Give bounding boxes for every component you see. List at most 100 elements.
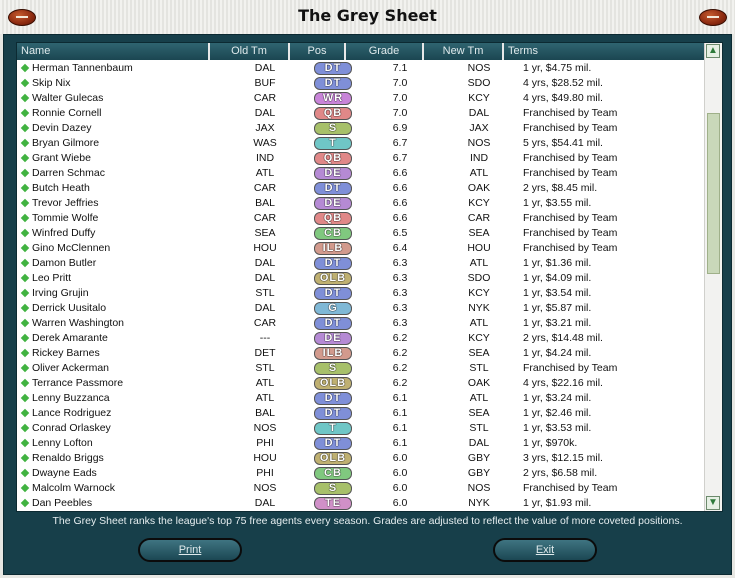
position-badge: T (314, 422, 352, 435)
column-header-grade[interactable]: Grade (346, 43, 424, 60)
old-team-cell: CAR (253, 212, 277, 224)
player-name-cell: Renaldo Briggs (17, 451, 225, 466)
new-team-cell: NYK (468, 497, 490, 509)
print-button[interactable]: Print (138, 538, 242, 562)
table-row[interactable]: Conrad Orlaskey NOS T 6.1 STL 1 yr, $3.53 mil… (17, 421, 704, 436)
table-row[interactable]: Grant Wiebe IND QB 6.7 IND Franchised by Team (17, 151, 704, 166)
position-badge: QB (314, 152, 352, 165)
table-row[interactable]: Devin Dazey JAX S 6.9 JAX Franchised by Team (17, 121, 704, 136)
table-row[interactable]: Renaldo Briggs HOU OLB 6.0 GBY 3 yrs, $12.15 … (17, 451, 704, 466)
table-row[interactable]: Lenny Buzzanca ATL DT 6.1 ATL 1 yr, $3.24 mil… (17, 391, 704, 406)
player-name: Damon Butler (32, 257, 97, 269)
contract-terms-cell: 1 yr, $1.36 mil. (523, 257, 592, 269)
old-team-cell: DAL (254, 302, 276, 314)
position-cell: OLB (305, 451, 361, 466)
position-cell: QB (305, 106, 361, 121)
table-row[interactable]: Trevor Jeffries BAL DE 6.6 KCY 1 yr, $3.55 mi… (17, 196, 704, 211)
table-row[interactable]: Damon Butler DAL DT 6.3 ATL 1 yr, $1.36 mil. (17, 256, 704, 271)
grade-cell: 6.3 (392, 257, 408, 269)
contract-terms-cell: 5 yrs, $54.41 mil. (523, 137, 603, 149)
column-header-new-team[interactable]: New Tm (424, 43, 504, 60)
table-row[interactable]: Butch Heath CAR DT 6.6 OAK 2 yrs, $8.45 mil. (17, 181, 704, 196)
position-badge: ILB (314, 347, 352, 360)
player-name: Irving Grujin (32, 287, 89, 299)
table-row[interactable]: Lenny Lofton PHI DT 6.1 DAL 1 yr, $970k. (17, 436, 704, 451)
table-row[interactable]: Gino McClennen HOU ILB 6.4 HOU Franchised by … (17, 241, 704, 256)
grade-cell: 6.1 (392, 407, 408, 419)
table-row[interactable]: Derek Amarante --- DE 6.2 KCY 2 yrs, $14.48 m… (17, 331, 704, 346)
old-team-cell: PHI (256, 437, 274, 449)
player-name: Devin Dazey (32, 122, 92, 134)
scrollbar-thumb[interactable] (707, 113, 720, 274)
old-team-cell: CAR (253, 317, 277, 329)
table-row[interactable]: Dan Peebles DAL TE 6.0 NYK 1 yr, $1.93 mil. (17, 496, 704, 511)
vertical-scrollbar[interactable]: ▲ ▼ (704, 43, 722, 511)
table-row[interactable]: Rickey Barnes DET ILB 6.2 SEA 1 yr, $4.24 mil… (17, 346, 704, 361)
table-row[interactable]: Walter Gulecas CAR WR 7.0 KCY 4 yrs, $49.80 m… (17, 91, 704, 106)
status-diamond-icon (20, 423, 30, 433)
column-header-row: Name Old Tm Pos Grade New Tm Terms (17, 43, 704, 60)
grade-cell: 6.6 (392, 182, 408, 194)
table-row[interactable]: Winfred Duffy SEA CB 6.5 SEA Franchised by Te… (17, 226, 704, 241)
table-row[interactable]: Lance Rodriguez BAL DT 6.1 SEA 1 yr, $2.46 mi… (17, 406, 704, 421)
table-row[interactable]: Bryan Gilmore WAS T 6.7 NOS 5 yrs, $54.41 mil… (17, 136, 704, 151)
exit-button[interactable]: Exit (493, 538, 597, 562)
old-team-cell: PHI (256, 467, 274, 479)
player-name-cell: Trevor Jeffries (17, 196, 225, 211)
position-cell: DT (305, 316, 361, 331)
table-row[interactable]: Warren Washington CAR DT 6.3 ATL 1 yr, $3.21 … (17, 316, 704, 331)
new-team-cell: NOS (467, 62, 491, 74)
new-team-cell: ATL (469, 317, 489, 329)
table-row[interactable]: Terrance Passmore ATL OLB 6.2 OAK 4 yrs, $22.… (17, 376, 704, 391)
player-name-cell: Herman Tannenbaum (17, 61, 225, 76)
player-name: Butch Heath (32, 182, 90, 194)
contract-terms-cell: Franchised by Team (523, 242, 618, 254)
player-name-cell: Derek Amarante (17, 331, 225, 346)
position-cell: DT (305, 436, 361, 451)
table-row[interactable]: Derrick Uusitalo DAL G 6.3 NYK 1 yr, $5.87 mi… (17, 301, 704, 316)
player-name-cell: Lenny Lofton (17, 436, 225, 451)
table-row[interactable]: Skip Nix BUF DT 7.0 SDO 4 yrs, $28.52 mil. (17, 76, 704, 91)
status-diamond-icon (20, 483, 30, 493)
table-row[interactable]: Dwayne Eads PHI CB 6.0 GBY 2 yrs, $6.58 mil. (17, 466, 704, 481)
contract-terms-cell: 4 yrs, $49.80 mil. (523, 92, 603, 104)
player-name-cell: Conrad Orlaskey (17, 421, 225, 436)
grade-cell: 6.3 (392, 302, 408, 314)
new-team-cell: KCY (468, 332, 490, 344)
table-row[interactable]: Tommie Wolfe CAR QB 6.6 CAR Franchised by Tea… (17, 211, 704, 226)
status-diamond-icon (20, 153, 30, 163)
new-team-cell: ATL (469, 392, 489, 404)
player-name: Dwayne Eads (32, 467, 97, 479)
player-name: Walter Gulecas (32, 92, 104, 104)
old-team-cell: DAL (254, 257, 276, 269)
scroll-up-icon[interactable]: ▲ (706, 44, 720, 58)
column-header-name[interactable]: Name (17, 43, 210, 60)
player-name: Lenny Lofton (32, 437, 93, 449)
table-row[interactable]: Leo Pritt DAL OLB 6.3 SDO 1 yr, $4.09 mil. (17, 271, 704, 286)
status-diamond-icon (20, 363, 30, 373)
new-team-cell: SEA (468, 227, 490, 239)
table-row[interactable]: Ronnie Cornell DAL QB 7.0 DAL Franchised by T… (17, 106, 704, 121)
contract-terms-cell: Franchised by Team (523, 482, 618, 494)
position-cell: S (305, 481, 361, 496)
player-name: Skip Nix (32, 77, 71, 89)
new-team-cell: ATL (469, 257, 489, 269)
table-row[interactable]: Oliver Ackerman STL S 6.2 STL Franchised by T… (17, 361, 704, 376)
title-bar: The Grey Sheet (0, 0, 735, 34)
status-diamond-icon (20, 93, 30, 103)
grade-cell: 6.1 (392, 422, 408, 434)
table-row[interactable]: Irving Grujin STL DT 6.3 KCY 1 yr, $3.54 mil. (17, 286, 704, 301)
scroll-down-icon[interactable]: ▼ (706, 496, 720, 510)
old-team-cell: NOS (253, 482, 277, 494)
old-team-cell: STL (255, 287, 275, 299)
table-row[interactable]: Malcolm Warnock NOS S 6.0 NOS Franchised by T… (17, 481, 704, 496)
position-cell: DE (305, 166, 361, 181)
table-row[interactable]: Herman Tannenbaum DAL DT 7.1 NOS 1 yr, $4.75 … (17, 61, 704, 76)
position-badge: DT (314, 437, 352, 450)
player-name: Dan Peebles (32, 497, 93, 509)
column-header-terms[interactable]: Terms (504, 43, 704, 60)
column-header-old-team[interactable]: Old Tm (210, 43, 290, 60)
new-team-cell: GBY (467, 467, 491, 479)
column-header-pos[interactable]: Pos (290, 43, 346, 60)
table-row[interactable]: Darren Schmac ATL DE 6.6 ATL Franchised by Te… (17, 166, 704, 181)
